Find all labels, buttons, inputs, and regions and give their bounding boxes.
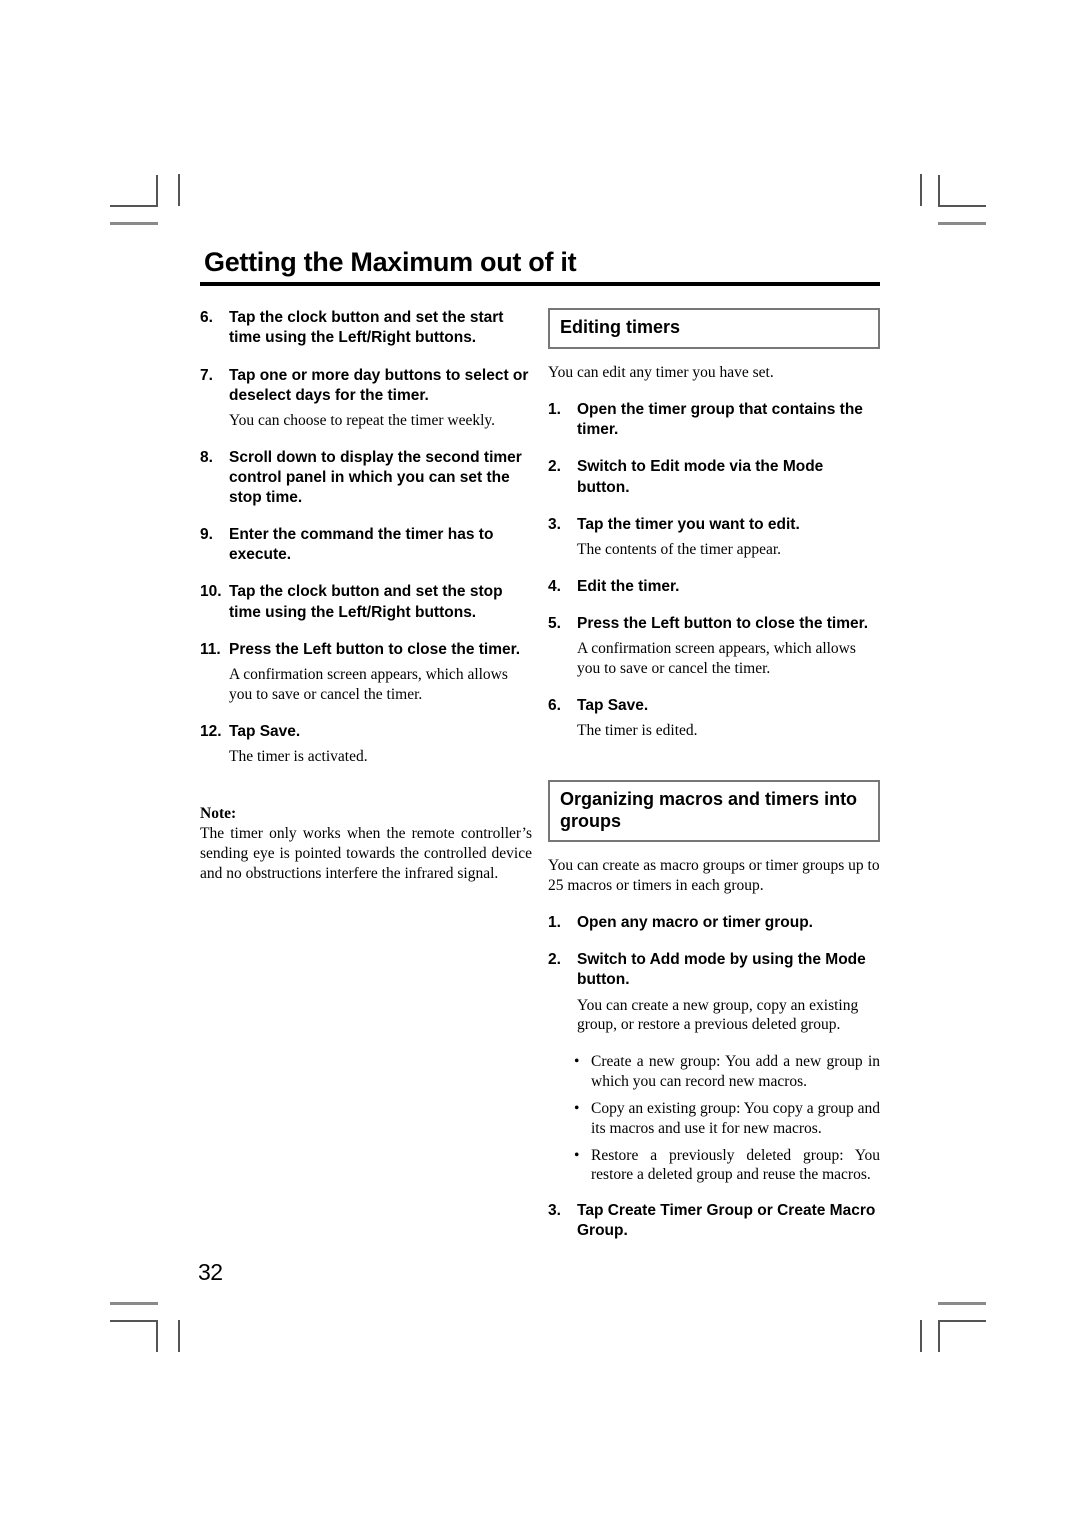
bullet-list: • Create a new group: You add a new grou… xyxy=(548,1052,880,1185)
list-item: 5. Press the Left button to close the ti… xyxy=(548,614,880,634)
crop-mark-top-right-vertical xyxy=(938,175,940,206)
list-item: 2. Switch to Add mode by using the Mode … xyxy=(548,950,880,990)
section-intro: You can create as macro groups or timer … xyxy=(548,857,880,895)
crop-mark-top-left-vertical xyxy=(156,175,158,207)
page-number: 32 xyxy=(198,1259,223,1285)
step-number: 1. xyxy=(548,914,561,932)
step-number: 3. xyxy=(548,515,561,533)
step-number: 10. xyxy=(200,583,222,601)
step-text: Tap the clock button and set the start t… xyxy=(229,309,504,347)
step-text: Tap Create Timer Group or Create Macro G… xyxy=(577,1202,876,1240)
list-item: 9. Enter the command the timer has to ex… xyxy=(200,525,532,565)
list-item: 2. Switch to Edit mode via the Mode butt… xyxy=(548,457,880,497)
section-header-organizing-groups: Organizing macros and timers into groups xyxy=(548,779,880,843)
left-column: 6. Tap the clock button and set the star… xyxy=(200,308,540,1258)
step-text: Tap Save. xyxy=(577,696,649,714)
right-column: Editing timers You can edit any timer yo… xyxy=(540,308,880,1258)
step-text: Scroll down to display the second timer … xyxy=(229,448,522,507)
step-number: 7. xyxy=(200,366,213,384)
step-text: Press the Left button to close the timer… xyxy=(577,614,869,632)
bullet-text: Create a new group: You add a new group … xyxy=(591,1053,880,1091)
list-item: 8. Scroll down to display the second tim… xyxy=(200,448,532,508)
page-content: Getting the Maximum out of it 6. Tap the… xyxy=(200,248,880,1258)
step-number: 2. xyxy=(548,951,561,969)
step-number: 6. xyxy=(200,309,213,327)
list-item: 3. Tap Create Timer Group or Create Macr… xyxy=(548,1201,880,1241)
crop-mark-top-left-horizontal xyxy=(110,205,158,207)
crop-mark-bottom-right-dash xyxy=(938,1302,986,1305)
crop-mark-top-right-horizontal xyxy=(938,205,986,207)
crop-mark-bottom-left-dash xyxy=(110,1302,158,1305)
step-note: The timer is edited. xyxy=(577,721,698,739)
bullet-icon: • xyxy=(574,1053,580,1071)
bullet-text: Copy an existing group: You copy a group… xyxy=(591,1099,880,1137)
crop-mark-bottom-left-vertical xyxy=(156,1320,158,1352)
note-text: The timer only works when the remote con… xyxy=(200,825,532,883)
section-intro: You can edit any timer you have set. xyxy=(548,364,774,382)
step-number: 11. xyxy=(200,640,221,658)
step-text: Press the Left button to close the timer… xyxy=(229,640,521,658)
bullet-icon: • xyxy=(574,1146,580,1164)
step-text: Tap the timer you want to edit. xyxy=(577,515,800,533)
crop-mark-bottom-right-horizontal xyxy=(938,1320,986,1322)
step-text: Enter the command the timer has to execu… xyxy=(229,526,494,564)
list-item: • Create a new group: You add a new grou… xyxy=(548,1052,880,1092)
step-text: Open any macro or timer group. xyxy=(577,914,813,932)
crop-mark-bottom-left-horizontal xyxy=(110,1320,158,1322)
step-note: A confirmation screen appears, which all… xyxy=(229,665,508,703)
list-item: 10. Tap the clock button and set the sto… xyxy=(200,582,532,622)
list-item: • Restore a previously deleted group: Yo… xyxy=(548,1146,880,1186)
list-item: 6. Tap the clock button and set the star… xyxy=(200,308,532,348)
list-item: 4. Edit the timer. xyxy=(548,577,880,597)
page-title: Getting the Maximum out of it xyxy=(204,247,577,277)
step-note: You can choose to repeat the timer weekl… xyxy=(229,411,496,429)
step-note: You can create a new group, copy an exis… xyxy=(577,996,859,1034)
section-header-editing-timers: Editing timers xyxy=(548,308,880,350)
step-text: Edit the timer. xyxy=(577,577,680,595)
bullet-text: Restore a previously deleted group: You … xyxy=(591,1146,880,1184)
crop-mark-bottom-left-tick xyxy=(178,1320,180,1352)
step-number: 5. xyxy=(548,614,561,632)
crop-mark-bottom-right-tick xyxy=(920,1320,922,1352)
step-number: 8. xyxy=(200,448,213,466)
step-number: 9. xyxy=(200,526,213,544)
step-text: Tap the clock button and set the stop ti… xyxy=(229,583,503,621)
list-item: 1. Open the timer group that contains th… xyxy=(548,400,880,440)
step-number: 4. xyxy=(548,577,561,595)
list-item: • Copy an existing group: You copy a gro… xyxy=(548,1099,880,1139)
step-note: The timer is activated. xyxy=(229,747,368,765)
step-number: 3. xyxy=(548,1202,561,1220)
bullet-icon: • xyxy=(574,1099,580,1117)
step-text: Tap Save. xyxy=(229,722,301,740)
crop-mark-top-left-tick xyxy=(178,174,180,206)
list-item: 6. Tap Save. xyxy=(548,696,880,716)
crop-mark-bottom-right-vertical xyxy=(938,1320,940,1352)
crop-mark-top-right-dash xyxy=(938,222,986,225)
list-item: 3. Tap the timer you want to edit. xyxy=(548,515,880,535)
step-text: Switch to Add mode by using the Mode but… xyxy=(577,951,866,989)
step-text: Open the timer group that contains the t… xyxy=(577,401,863,439)
step-text: Tap one or more day buttons to select or… xyxy=(229,366,529,404)
step-text: Switch to Edit mode via the Mode button. xyxy=(577,458,824,496)
section-title: Editing timers xyxy=(560,317,681,338)
step-number: 1. xyxy=(548,401,561,419)
crop-mark-top-right-tick xyxy=(920,174,922,206)
step-number: 2. xyxy=(548,458,561,476)
list-item: 11. Press the Left button to close the t… xyxy=(200,640,532,660)
note-label: Note: xyxy=(200,805,237,823)
title-rule xyxy=(200,282,880,287)
list-item: 12. Tap Save. xyxy=(200,722,532,742)
list-item: 7. Tap one or more day buttons to select… xyxy=(200,366,532,406)
step-number: 12. xyxy=(200,722,222,740)
step-number: 6. xyxy=(548,696,561,714)
list-item: 1. Open any macro or timer group. xyxy=(548,913,880,933)
step-note: The contents of the timer appear. xyxy=(577,540,782,558)
step-note: A confirmation screen appears, which all… xyxy=(577,639,856,677)
two-column-layout: 6. Tap the clock button and set the star… xyxy=(200,308,880,1258)
crop-mark-top-left-dash xyxy=(110,222,158,225)
section-title: Organizing macros and timers into groups xyxy=(560,788,858,831)
